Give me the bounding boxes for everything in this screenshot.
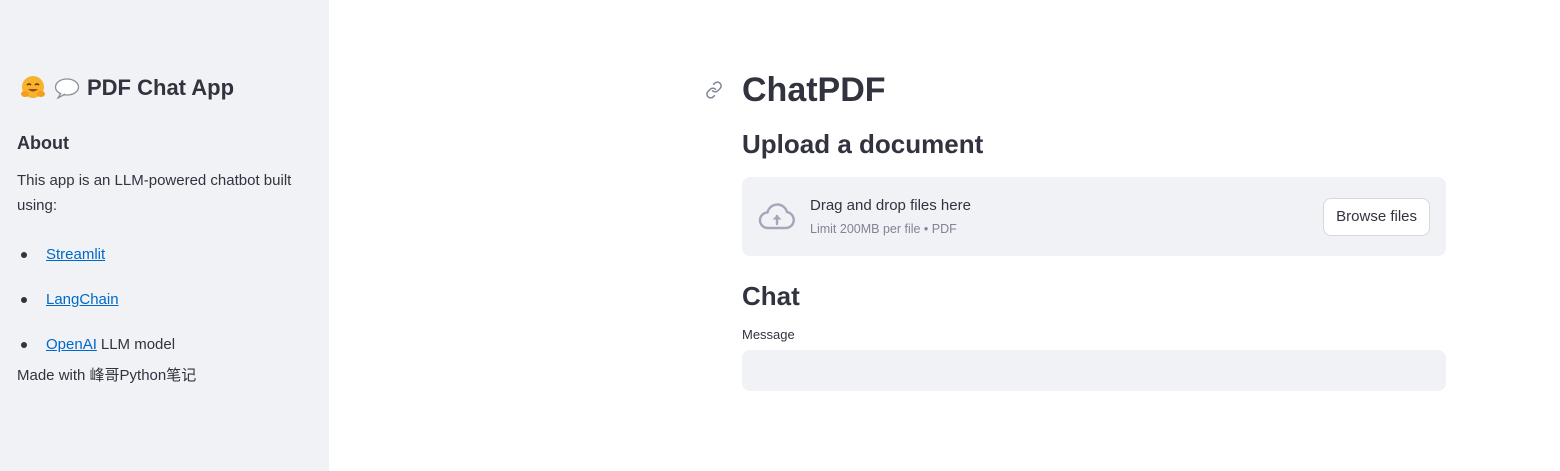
dropzone-text: Drag and drop files here Limit 200MB per… <box>810 195 1323 239</box>
list-item: LangChain <box>17 277 312 322</box>
browse-files-button[interactable]: Browse files <box>1323 197 1430 236</box>
message-label: Message <box>742 327 795 342</box>
link-icon[interactable] <box>704 80 724 100</box>
openai-link[interactable]: OpenAI <box>46 332 97 357</box>
bullet <box>21 251 27 258</box>
file-limit-label: Limit 200MB per file • PDF <box>810 221 957 236</box>
sidebar-title: PDF Chat App <box>19 72 312 104</box>
sidebar: PDF Chat App About This app is an LLM-po… <box>0 0 329 471</box>
tech-list: Streamlit LangChain OpenAI LLM model <box>17 232 312 367</box>
streamlit-link[interactable]: Streamlit <box>46 242 105 267</box>
list-item: Streamlit <box>17 232 312 277</box>
file-dropzone[interactable]: Drag and drop files here Limit 200MB per… <box>742 177 1446 256</box>
hugging-face-icon <box>19 74 47 102</box>
main-area: ChatPDF Upload a document Drag and drop … <box>329 0 1560 471</box>
drag-drop-label: Drag and drop files here <box>810 196 971 214</box>
about-heading: About <box>17 133 69 153</box>
cloud-upload-icon <box>758 202 796 232</box>
about-text: This app is an LLM-powered chatbot built… <box>17 172 292 214</box>
openai-suffix: LLM model <box>100 336 176 353</box>
made-with-text: Made with 峰哥Python笔记 <box>17 367 197 384</box>
main-content: ChatPDF Upload a document Drag and drop … <box>706 66 1446 391</box>
list-item: OpenAI LLM model <box>17 322 312 367</box>
app-root: PDF Chat App About This app is an LLM-po… <box>0 0 1560 471</box>
app-title-text: PDF Chat App <box>87 75 235 100</box>
chat-heading: Chat <box>742 281 800 311</box>
speech-bubble-icon <box>53 74 81 102</box>
bullet <box>21 296 27 303</box>
langchain-link[interactable]: LangChain <box>46 287 119 312</box>
message-input[interactable] <box>742 350 1446 391</box>
bullet <box>21 341 27 348</box>
page-title: ChatPDF <box>742 71 886 109</box>
upload-heading: Upload a document <box>742 129 984 159</box>
